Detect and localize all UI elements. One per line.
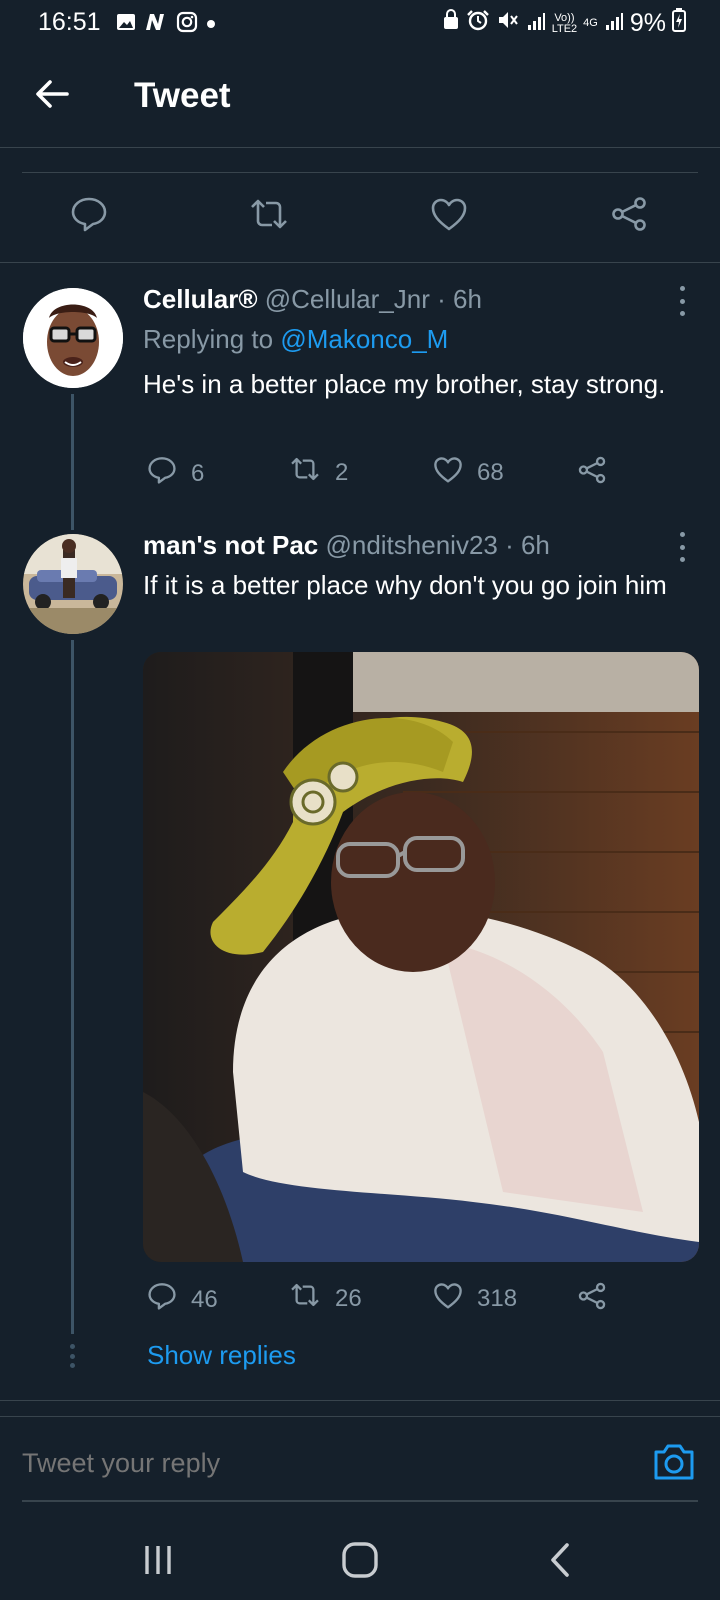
thread-continuation-dots xyxy=(68,1344,76,1368)
page-title: Tweet xyxy=(134,76,231,115)
retweet-button[interactable]: 2 xyxy=(289,456,348,489)
thread-line xyxy=(71,394,74,530)
alarm-icon xyxy=(466,9,490,38)
retweet-count: 26 xyxy=(335,1284,362,1312)
more-options-button[interactable] xyxy=(672,532,692,562)
back-nav-button[interactable] xyxy=(530,1540,590,1584)
reply-icon xyxy=(147,456,177,491)
share-button[interactable] xyxy=(577,456,607,491)
reply-button[interactable]: 46 xyxy=(147,1282,218,1317)
home-button[interactable] xyxy=(330,1540,390,1584)
author-name[interactable]: Cellular® xyxy=(143,284,258,314)
retweet-count: 2 xyxy=(335,458,349,486)
retweet-icon xyxy=(289,456,321,489)
arrow-left-icon xyxy=(35,79,69,114)
back-button[interactable] xyxy=(30,74,74,118)
divider xyxy=(0,1416,720,1417)
heart-icon xyxy=(433,456,463,490)
volte-indicator: Vo)) LTE2 xyxy=(551,11,578,35)
app-header: Tweet xyxy=(0,48,720,148)
show-replies-link[interactable]: Show replies xyxy=(147,1340,296,1371)
reply-button[interactable]: 6 xyxy=(147,456,204,491)
input-underline xyxy=(22,1500,698,1502)
battery-percent: 9% xyxy=(629,9,666,37)
camera-icon xyxy=(652,1444,696,1486)
mute-icon xyxy=(496,9,520,38)
battery-charging-icon xyxy=(672,8,686,39)
dot xyxy=(69,1363,75,1368)
tweet-action-bar xyxy=(0,173,720,263)
tweet-actions: 46 26 318 xyxy=(143,1282,683,1322)
notification-icons xyxy=(116,11,216,38)
author-name[interactable]: man's not Pac xyxy=(143,530,318,560)
like-count: 68 xyxy=(477,459,504,486)
replying-to: Replying to @Makonco_M xyxy=(143,324,448,355)
reply-button[interactable] xyxy=(66,193,112,239)
tweet-text: If it is a better place why don't you go… xyxy=(143,570,667,600)
like-button[interactable]: 68 xyxy=(433,456,504,490)
tweet-header: man's not Pac @nditsheniv23 · 6h xyxy=(143,530,550,561)
tweet-time: · 6h xyxy=(505,530,550,560)
like-count: 318 xyxy=(477,1285,518,1312)
thread-line xyxy=(71,640,74,1334)
tweet-time: · 6h xyxy=(437,284,482,314)
dot xyxy=(69,1344,75,1349)
author-handle[interactable]: @nditsheniv23 xyxy=(325,530,497,560)
dot xyxy=(69,1353,75,1359)
like-button[interactable] xyxy=(426,193,472,239)
status-bar: 16:51 Vo)) LTE2 4G 9% xyxy=(0,0,720,48)
status-time: 16:51 xyxy=(38,8,101,36)
recent-apps-icon xyxy=(141,1543,175,1582)
gallery-icon xyxy=(116,13,136,36)
instagram-icon xyxy=(176,11,198,38)
heart-icon xyxy=(430,197,468,236)
lock-icon xyxy=(442,9,460,38)
share-button[interactable] xyxy=(577,1282,607,1317)
system-status-icons: Vo)) LTE2 4G 9% xyxy=(442,8,686,39)
share-button[interactable] xyxy=(606,193,652,239)
more-dot xyxy=(679,286,685,291)
tweet-actions: 6 2 68 xyxy=(143,456,683,496)
tweet-header: Cellular® @Cellular_Jnr · 6h xyxy=(143,284,482,315)
more-options-button[interactable] xyxy=(672,286,692,316)
author-handle[interactable]: @Cellular_Jnr xyxy=(265,284,430,314)
like-button[interactable]: 318 xyxy=(433,1282,517,1316)
more-dot xyxy=(679,298,685,304)
more-dot xyxy=(679,557,685,562)
reply-count: 46 xyxy=(191,1285,218,1313)
system-nav-bar xyxy=(0,1520,720,1600)
chevron-left-icon xyxy=(547,1542,573,1583)
heart-icon xyxy=(433,1282,463,1316)
reply-count: 6 xyxy=(191,459,205,487)
more-dot xyxy=(679,544,685,550)
home-icon xyxy=(341,1541,379,1584)
dot-icon xyxy=(206,16,216,34)
mention-link[interactable]: @Makonco_M xyxy=(280,324,448,354)
signal-icon xyxy=(526,9,546,38)
more-dot xyxy=(679,532,685,537)
tweet-text: He's in a better place my brother, stay … xyxy=(143,369,666,399)
network-type: 4G xyxy=(583,17,598,29)
avatar[interactable] xyxy=(23,534,123,634)
replying-prefix: Replying to xyxy=(143,324,274,354)
share-icon xyxy=(577,1282,607,1317)
share-icon xyxy=(610,196,648,237)
retweet-icon xyxy=(248,197,290,236)
recent-apps-button[interactable] xyxy=(128,1540,188,1584)
signal-icon-2 xyxy=(604,9,624,38)
camera-button[interactable] xyxy=(652,1442,696,1486)
tweet-image[interactable] xyxy=(143,652,699,1262)
reply-icon xyxy=(70,196,108,237)
retweet-button[interactable]: 26 xyxy=(289,1282,362,1315)
retweet-button[interactable] xyxy=(246,193,292,239)
reply-input[interactable] xyxy=(22,1448,622,1479)
divider xyxy=(0,1400,720,1401)
avatar[interactable] xyxy=(23,288,123,388)
reply-icon xyxy=(147,1282,177,1317)
n-app-icon xyxy=(144,12,168,37)
more-dot xyxy=(679,311,685,316)
share-icon xyxy=(577,456,607,491)
retweet-icon xyxy=(289,1282,321,1315)
